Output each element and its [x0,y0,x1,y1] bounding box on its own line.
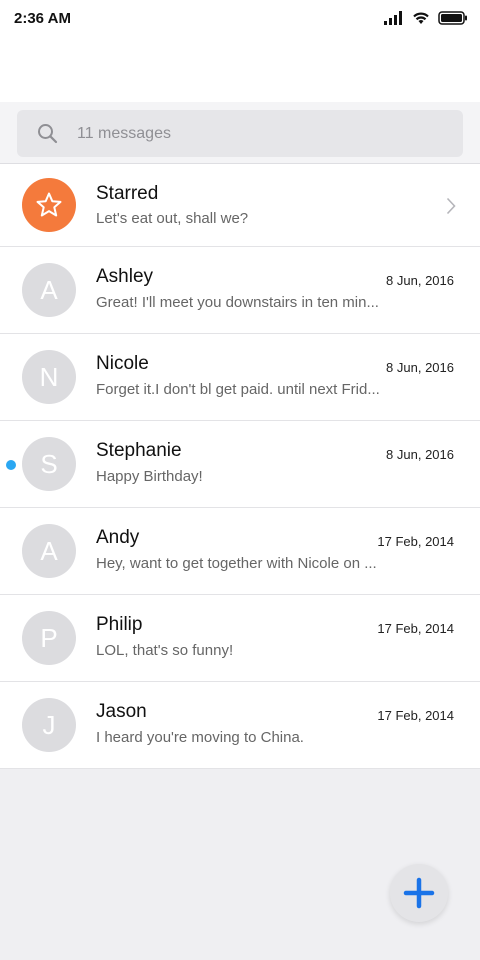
status-bar: 2:36 AM [0,0,480,36]
message-preview: Forget it.I don't bl get paid. until nex… [96,381,380,398]
avatar: N [22,350,76,404]
message-preview: I heard you're moving to China. [96,729,304,746]
contact-name: Philip [96,614,143,635]
contact-name: Nicole [96,353,149,374]
conversation-row[interactable]: N Nicole 8 Jun, 2016 Forget it.I don't b… [0,334,480,421]
conversation-row[interactable]: P Philip 17 Feb, 2014 LOL, that's so fun… [0,595,480,682]
avatar: S [22,437,76,491]
chevron-right-icon [446,197,456,215]
unread-indicator [6,460,16,470]
starred-title: Starred [96,183,159,204]
avatar: A [22,524,76,578]
conversation-row[interactable]: A Ashley 8 Jun, 2016 Great! I'll meet yo… [0,247,480,334]
search-icon [38,124,58,144]
starred-avatar [22,178,76,232]
conversation-row[interactable]: A Andy 17 Feb, 2014 Hey, want to get tog… [0,508,480,595]
avatar: J [22,698,76,752]
message-date: 8 Jun, 2016 [386,360,454,375]
wifi-icon [413,12,429,24]
new-message-button[interactable] [390,864,448,922]
battery-icon [438,11,467,25]
starred-preview: Let's eat out, shall we? [96,210,249,227]
message-preview: Happy Birthday! [96,468,203,485]
conversation-list: Starred Let's eat out, shall we? A Ashle… [0,164,480,769]
message-date: 17 Feb, 2014 [377,708,454,723]
contact-name: Jason [96,701,147,722]
search-placeholder: 11 messages [77,125,171,142]
message-date: 8 Jun, 2016 [386,447,454,462]
message-date: 17 Feb, 2014 [377,534,454,549]
avatar: A [22,263,76,317]
contact-name: Andy [96,527,140,548]
plus-icon [403,877,435,909]
starred-row[interactable]: Starred Let's eat out, shall we? [0,164,480,247]
message-preview: Hey, want to get together with Nicole on… [96,555,377,572]
header-area [0,36,480,102]
contact-name: Ashley [96,266,154,287]
message-preview: LOL, that's so funny! [96,642,234,659]
conversation-row[interactable]: S Stephanie 8 Jun, 2016 Happy Birthday! [0,421,480,508]
status-icons [384,11,468,25]
message-date: 17 Feb, 2014 [377,621,454,636]
search-bar: 11 messages [0,102,480,164]
signal-icon [384,11,402,25]
status-time: 2:36 AM [14,9,71,27]
star-icon [36,192,62,217]
message-preview: Great! I'll meet you downstairs in ten m… [96,294,379,311]
avatar: P [22,611,76,665]
search-input[interactable]: 11 messages [17,110,463,157]
message-date: 8 Jun, 2016 [386,273,454,288]
conversation-row[interactable]: J Jason 17 Feb, 2014 I heard you're movi… [0,682,480,769]
contact-name: Stephanie [96,440,182,461]
